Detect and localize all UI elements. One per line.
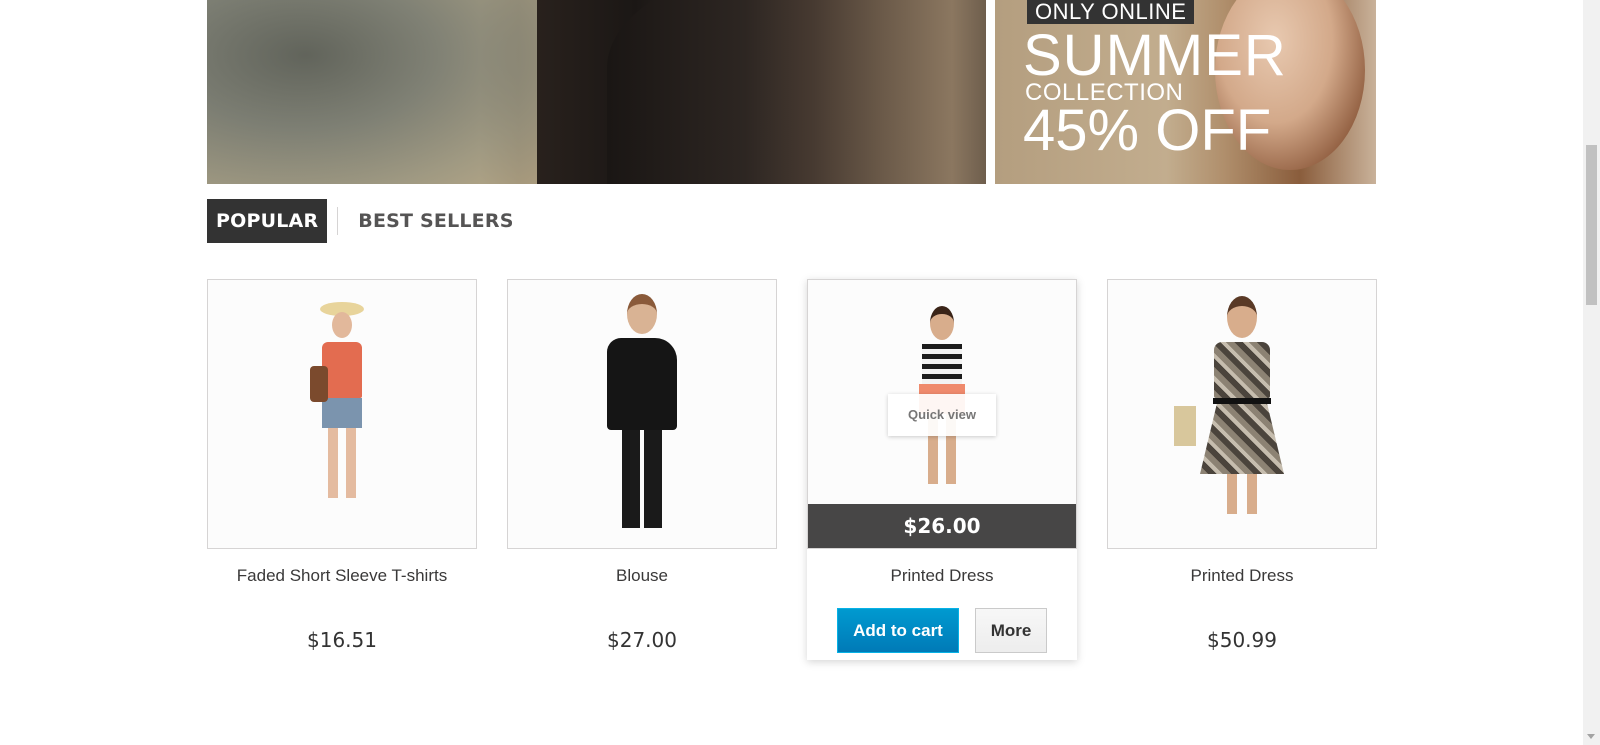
product-price: $27.00 [607,628,677,652]
product-image[interactable]: Quick view $26.00 [807,279,1077,549]
promo-headline: SUMMER [1023,23,1287,88]
product-card[interactable]: Printed Dress $50.99 [1107,279,1377,652]
scroll-down-arrow-icon[interactable] [1587,734,1595,739]
product-price: $16.51 [307,628,377,652]
hero-slider[interactable]: ‹ › [207,0,986,184]
tab-popular[interactable]: POPULAR [207,199,328,243]
product-image[interactable] [207,279,477,549]
quick-view-button[interactable]: Quick view [888,394,996,436]
page-scrollbar[interactable] [1583,0,1600,745]
product-image[interactable] [1107,279,1377,549]
promo-tag: ONLY ONLINE [1027,0,1195,24]
more-button[interactable]: More [975,608,1047,653]
product-image[interactable] [507,279,777,549]
slider-image-model [607,0,986,184]
scrollbar-thumb[interactable] [1586,145,1597,305]
product-card[interactable]: Blouse $27.00 [507,279,777,652]
product-name[interactable]: Blouse [507,566,777,586]
product-photo-model [1174,296,1284,514]
product-photo-model [607,294,677,528]
product-card-hovered[interactable]: Quick view $26.00 Printed Dress Add to c… [807,279,1077,660]
product-name[interactable]: Printed Dress [1107,566,1377,586]
product-price: $50.99 [1207,628,1277,652]
page: ‹ › ONLY ONLINE SUMMER COLLECTION 45% OF… [0,0,1600,745]
promo-discount: 45% OFF [1023,98,1272,163]
add-to-cart-button[interactable]: Add to cart [837,608,959,653]
slider-image-sky [207,0,537,184]
product-tabs: POPULAR BEST SELLERS [207,199,523,243]
promo-banner[interactable]: ONLY ONLINE SUMMER COLLECTION 45% OFF [995,0,1376,184]
product-actions: Add to cart More [807,608,1077,653]
product-photo-model [310,302,364,498]
product-name[interactable]: Faded Short Sleeve T-shirts [207,566,477,586]
tab-divider [337,207,339,235]
product-card[interactable]: Faded Short Sleeve T-shirts $16.51 [207,279,477,652]
tab-best-sellers[interactable]: BEST SELLERS [348,199,522,243]
product-name[interactable]: Printed Dress [807,566,1077,586]
product-price-overlay: $26.00 [808,504,1076,548]
